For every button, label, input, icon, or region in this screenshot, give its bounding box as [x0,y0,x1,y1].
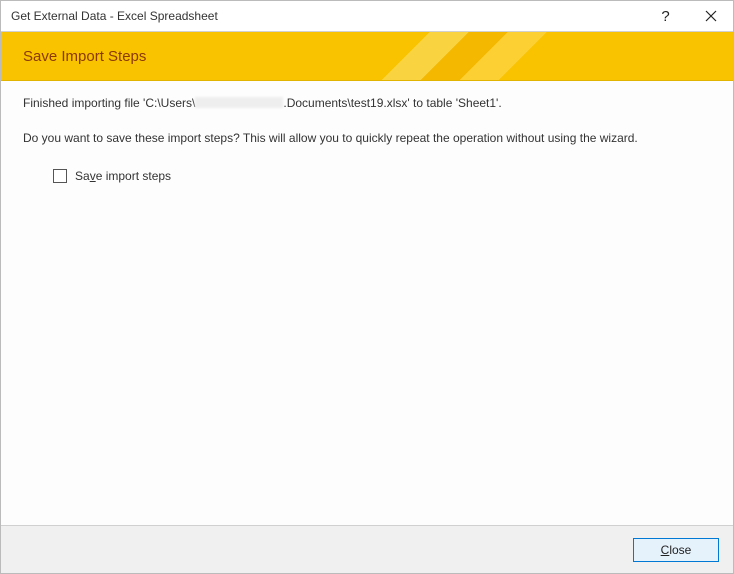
close-button[interactable]: Close [633,538,719,562]
titlebar: Get External Data - Excel Spreadsheet ? [1,1,733,32]
finished-suffix: .Documents\test19.xlsx' to table 'Sheet1… [283,96,501,110]
titlebar-buttons: ? [643,1,733,31]
close-window-button[interactable] [688,1,733,31]
save-steps-row: Save import steps [23,169,711,183]
content-area: Finished importing file 'C:\Users\ .Docum… [1,81,733,525]
redacted-username [195,97,283,108]
banner-heading: Save Import Steps [23,48,146,65]
prompt-message: Do you want to save these import steps? … [23,130,711,147]
finished-message: Finished importing file 'C:\Users\ .Docum… [23,95,711,112]
help-button[interactable]: ? [643,1,688,31]
footer: Close [1,525,733,573]
window-title: Get External Data - Excel Spreadsheet [11,9,643,23]
save-steps-checkbox[interactable] [53,169,67,183]
save-steps-label[interactable]: Save import steps [75,169,171,183]
finished-prefix: Finished importing file 'C:\Users\ [23,96,195,110]
banner: Save Import Steps [1,32,733,81]
close-icon [705,10,717,22]
